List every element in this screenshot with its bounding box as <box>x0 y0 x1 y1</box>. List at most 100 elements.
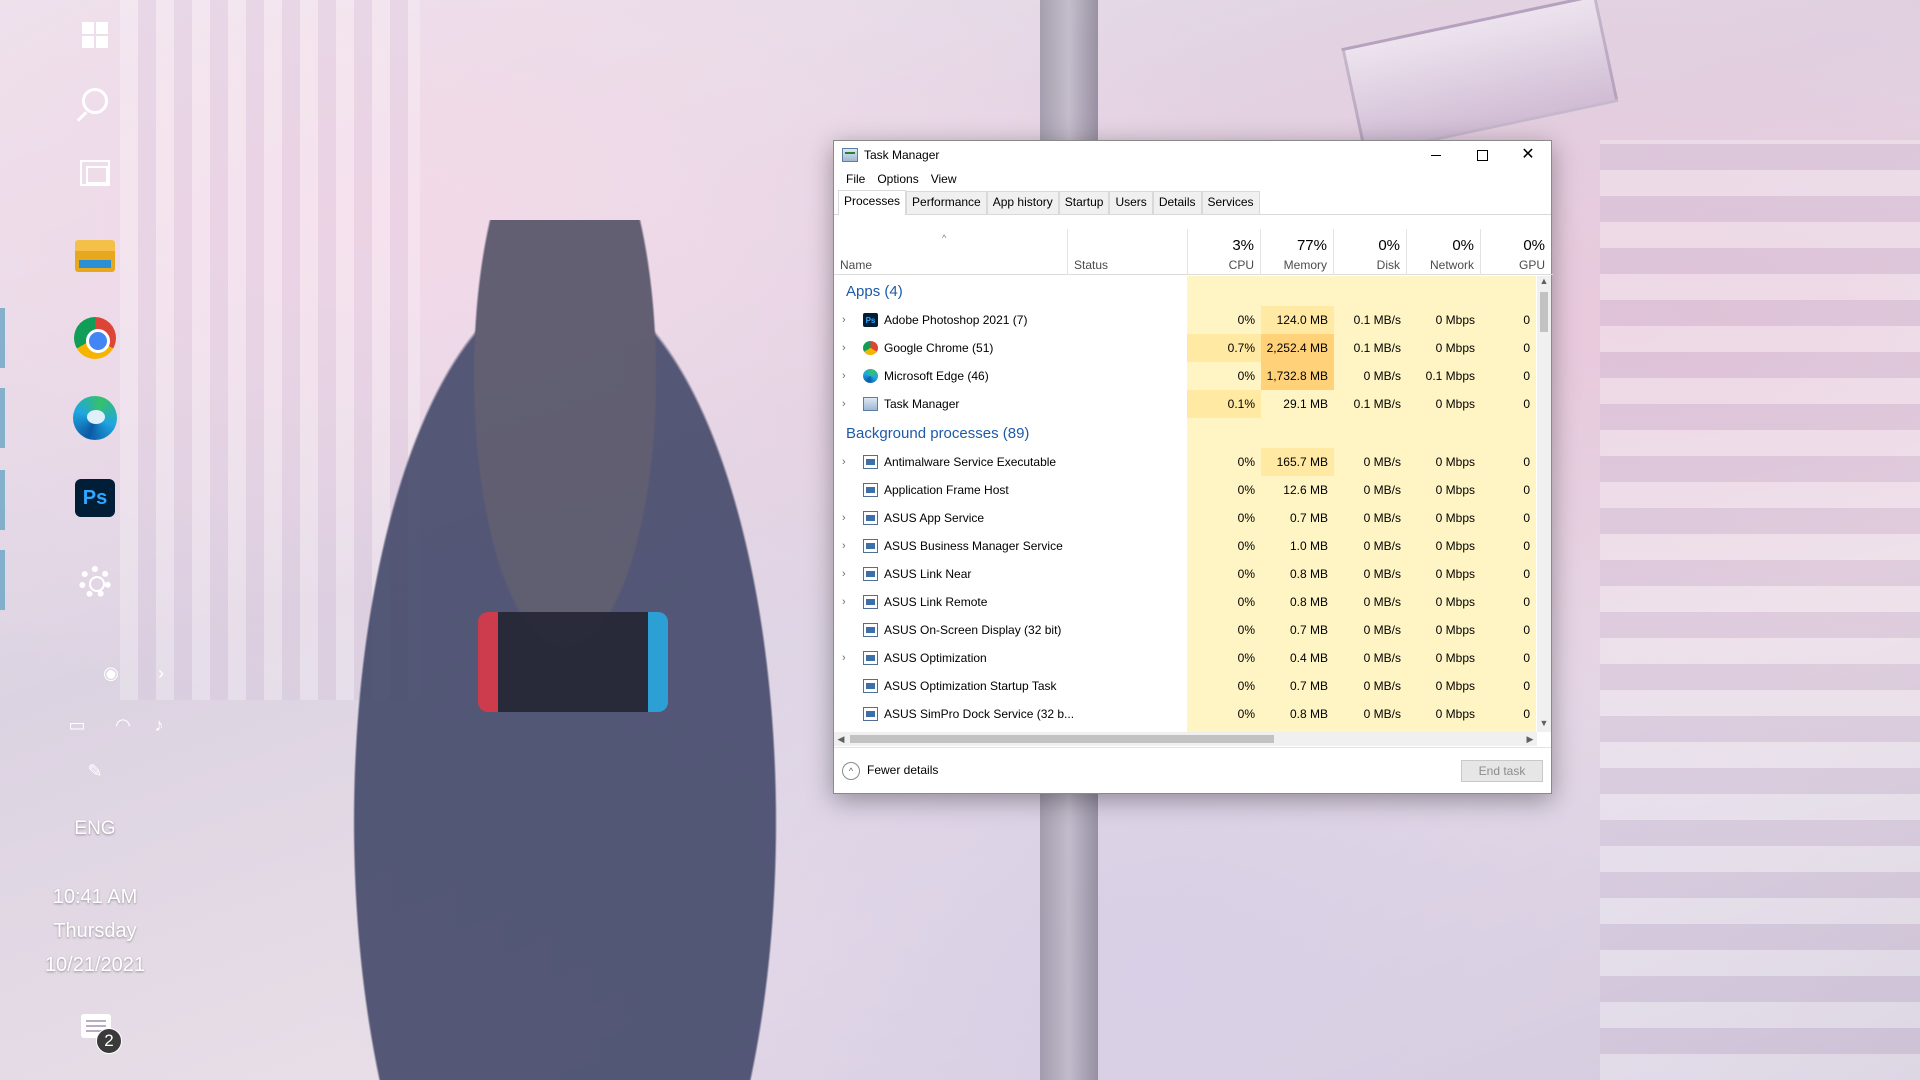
taskbar: Ps ◉ › ▭ ◠ ♪ ✎ ENG 10:41 AM Thursday 10/… <box>0 0 190 1080</box>
cell-memory: 0.8 MB <box>1289 595 1328 609</box>
cell-disk: 0 MB/s <box>1363 651 1401 665</box>
chevron-right-icon[interactable]: › <box>842 334 854 362</box>
tab-app-history[interactable]: App history <box>986 191 1059 214</box>
process-row[interactable]: ASUS SimPro Dock Service (32 b... 0% 0.8 M… <box>834 700 1536 728</box>
tab-processes[interactable]: Processes <box>838 190 907 215</box>
tray-date[interactable]: 10/21/2021 <box>0 954 190 977</box>
photoshop-icon: Ps <box>75 479 115 517</box>
taskbar-chrome[interactable] <box>70 313 120 363</box>
column-header-name[interactable]: ^ Name <box>834 229 1068 275</box>
end-task-button[interactable]: End task <box>1461 760 1543 782</box>
chevron-right-icon[interactable]: › <box>842 448 854 476</box>
tray-pen-button[interactable]: ✎ <box>78 754 112 788</box>
vertical-scroll-thumb[interactable] <box>1540 292 1548 332</box>
process-row[interactable]: › ASUS Business Manager Service 0% 1.0 MB 0 … <box>834 532 1536 560</box>
horizontal-scrollbar[interactable]: ◀ ▶ <box>834 732 1537 746</box>
taskbar-file-explorer[interactable] <box>70 231 120 281</box>
process-name: ASUS On-Screen Display (32 bit) <box>884 623 1062 637</box>
cell-cpu: 0% <box>1237 623 1255 637</box>
scroll-left-icon[interactable]: ◀ <box>834 732 848 746</box>
start-button[interactable] <box>70 10 120 60</box>
column-header-cpu[interactable]: 3% CPU <box>1187 229 1261 275</box>
scroll-right-icon[interactable]: ▶ <box>1523 732 1537 746</box>
column-header-memory[interactable]: 77% Memory <box>1261 229 1334 275</box>
footer: ^ Fewer details End task <box>834 747 1551 793</box>
vertical-scrollbar[interactable]: ▲ ▼ <box>1537 276 1551 732</box>
chevron-right-icon[interactable]: › <box>842 306 854 334</box>
tray-time[interactable]: 10:41 AM <box>0 886 190 909</box>
process-row[interactable]: › ASUS Optimization 0% 0.4 MB 0 MB/s 0 Mbps 0 <box>834 644 1536 672</box>
cell-network: 0 Mbps <box>1435 623 1475 637</box>
maximize-button[interactable] <box>1459 141 1505 169</box>
chevron-up-circle-icon[interactable]: ^ <box>842 762 860 780</box>
column-header-disk[interactable]: 0% Disk <box>1334 229 1407 275</box>
chevron-right-icon[interactable]: › <box>842 588 854 616</box>
disk-total-percent: 0% <box>1378 237 1400 254</box>
tray-volume-button[interactable]: ♪ <box>142 710 176 740</box>
scroll-down-icon[interactable]: ▼ <box>1539 718 1549 732</box>
cell-cpu: 0.7% <box>1187 334 1261 362</box>
process-row[interactable]: › Ps Adobe Photoshop 2021 (7) 0% 124.0 MB 0.1… <box>834 306 1536 334</box>
column-header-network[interactable]: 0% Network <box>1407 229 1481 275</box>
chevron-right-icon[interactable]: › <box>842 504 854 532</box>
tab-performance[interactable]: Performance <box>906 191 987 214</box>
cell-network: 0 Mbps <box>1435 595 1475 609</box>
process-row[interactable]: › ASUS Link Near 0% 0.8 MB 0 MB/s 0 Mbps 0 <box>834 560 1536 588</box>
tray-record-button[interactable]: ◉ <box>96 658 126 688</box>
task-view-button[interactable] <box>70 148 120 198</box>
column-headers: ^ Name Status 3% CPU 77% Memory 0% Disk … <box>834 229 1553 275</box>
scroll-up-icon[interactable]: ▲ <box>1539 276 1549 290</box>
tab-users[interactable]: Users <box>1109 191 1153 214</box>
tray-expand-button[interactable]: › <box>146 658 176 688</box>
fewer-details-link[interactable]: Fewer details <box>867 763 938 777</box>
process-row[interactable]: › ASUS Link Remote 0% 0.8 MB 0 MB/s 0 Mbps 0 <box>834 588 1536 616</box>
cell-disk: 0 MB/s <box>1363 483 1401 497</box>
process-name: ASUS Business Manager Service <box>884 539 1063 553</box>
close-button[interactable]: ✕ <box>1505 141 1551 169</box>
sort-ascending-icon: ^ <box>942 233 947 243</box>
chevron-right-icon[interactable]: › <box>842 390 854 418</box>
search-button[interactable] <box>70 76 120 126</box>
wallpaper-figure <box>330 220 800 1080</box>
cell-disk: 0.1 MB/s <box>1353 313 1401 327</box>
taskbar-photoshop[interactable]: Ps <box>70 473 120 523</box>
horizontal-scroll-thumb[interactable] <box>850 735 1274 743</box>
taskbar-settings[interactable] <box>70 557 120 607</box>
cell-disk: 0 MB/s <box>1363 511 1401 525</box>
tab-services[interactable]: Services <box>1201 191 1260 214</box>
tab-details[interactable]: Details <box>1152 191 1202 214</box>
tray-wifi-button[interactable]: ◠ <box>106 710 140 740</box>
title-bar[interactable]: Task Manager ✕ <box>834 141 1551 169</box>
menu-view[interactable]: View <box>925 172 963 186</box>
tab-startup[interactable]: Startup <box>1058 191 1110 214</box>
taskbar-edge[interactable] <box>70 393 120 443</box>
notification-badge: 2 <box>96 1028 122 1054</box>
process-row[interactable]: › ASUS App Service 0% 0.7 MB 0 MB/s 0 Mbps 0 <box>834 504 1536 532</box>
chevron-right-icon[interactable]: › <box>842 532 854 560</box>
tray-day[interactable]: Thursday <box>0 920 190 943</box>
cell-cpu: 0% <box>1237 707 1255 721</box>
cell-cpu: 0.1% <box>1187 390 1261 418</box>
column-header-gpu[interactable]: 0% GPU <box>1481 229 1551 275</box>
chevron-right-icon[interactable]: › <box>842 560 854 588</box>
gear-icon <box>79 566 111 598</box>
wallpaper-console <box>478 612 668 712</box>
menu-file[interactable]: File <box>840 172 871 186</box>
process-row[interactable]: Application Frame Host 0% 12.6 MB 0 MB/s 0 M… <box>834 476 1536 504</box>
process-row[interactable]: › Google Chrome (51) 0.7% 2,252.4 MB 0.1 MB/… <box>834 334 1536 362</box>
process-row[interactable]: › Microsoft Edge (46) 0% 1,732.8 MB 0 MB/s 0.… <box>834 362 1536 390</box>
minimize-button[interactable] <box>1413 141 1459 169</box>
process-row[interactable]: › Antimalware Service Executable 0% 165.7 M… <box>834 448 1536 476</box>
volume-icon: ♪ <box>154 714 164 735</box>
process-row[interactable]: ASUS Optimization Startup Task 0% 0.7 MB 0 … <box>834 672 1536 700</box>
process-row[interactable]: › Task Manager 0.1% 29.1 MB 0.1 MB/s 0 Mbps 0 <box>834 390 1536 418</box>
cell-memory: 0.8 MB <box>1289 707 1328 721</box>
process-row[interactable]: ASUS On-Screen Display (32 bit) 0% 0.7 MB 0… <box>834 616 1536 644</box>
menu-options[interactable]: Options <box>871 172 924 186</box>
cell-network: 0 Mbps <box>1435 679 1475 693</box>
cell-gpu: 0 <box>1523 679 1530 693</box>
tray-language[interactable]: ENG <box>0 818 190 840</box>
chevron-right-icon[interactable]: › <box>842 644 854 672</box>
tray-battery-button[interactable]: ▭ <box>60 710 94 740</box>
chevron-right-icon[interactable]: › <box>842 362 854 390</box>
